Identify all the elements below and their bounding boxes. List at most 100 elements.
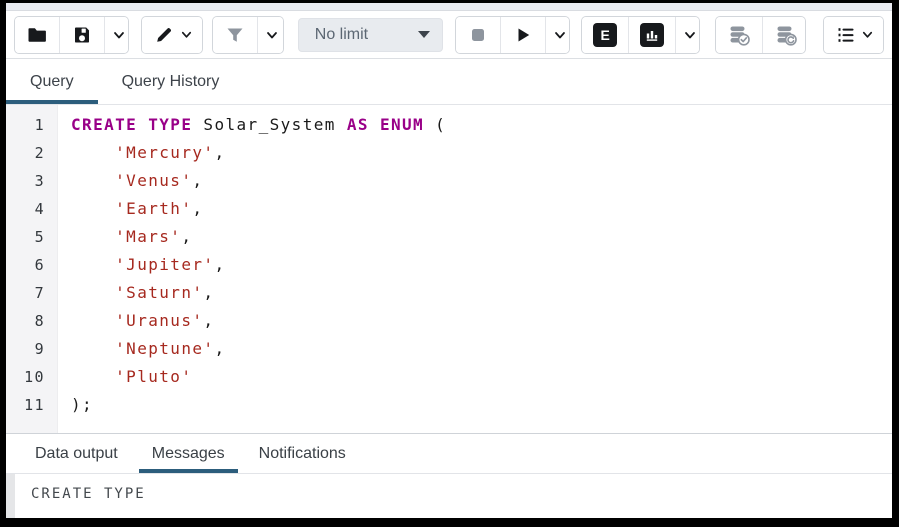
rollback-button[interactable] <box>762 17 806 53</box>
line-number: 4 <box>6 195 58 223</box>
code-segment-plain: Solar_System <box>192 115 346 134</box>
code-text: ); <box>58 391 93 419</box>
explain-analyze-button[interactable] <box>628 17 675 53</box>
tab-notifications[interactable]: Notifications <box>242 434 363 473</box>
tab-query[interactable]: Query <box>6 59 98 104</box>
code-segment-plain: , <box>203 311 214 330</box>
filter-options-button[interactable] <box>257 17 284 53</box>
code-segment-string: 'Venus' <box>115 171 192 190</box>
explain-icon: E <box>593 23 617 47</box>
explain-options-button[interactable] <box>675 17 700 53</box>
rollback-icon <box>774 23 798 47</box>
line-number: 11 <box>6 391 58 419</box>
code-segment-plain <box>71 283 115 302</box>
commit-button[interactable] <box>716 17 762 53</box>
line-number: 1 <box>6 111 58 139</box>
code-segment-plain <box>71 339 115 358</box>
code-line: 11); <box>6 391 892 419</box>
code-segment-string: 'Neptune' <box>115 339 214 358</box>
line-number: 7 <box>6 279 58 307</box>
output-tab-label: Messages <box>152 445 225 463</box>
code-segment-keyword: AS ENUM <box>347 115 424 134</box>
code-segment-plain <box>71 311 115 330</box>
explain-button[interactable]: E <box>582 17 628 53</box>
macros-list-icon <box>835 24 857 46</box>
code-segment-plain <box>71 171 115 190</box>
edit-button[interactable] <box>142 17 203 53</box>
chevron-down-icon <box>180 28 193 41</box>
open-file-button[interactable] <box>15 17 59 53</box>
code-segment-string: 'Earth' <box>115 199 192 218</box>
commit-icon <box>727 23 751 47</box>
code-text: 'Mercury', <box>58 139 225 167</box>
window-top-strip <box>6 3 892 11</box>
code-line: 9 'Neptune', <box>6 335 892 363</box>
code-segment-plain: , <box>203 283 214 302</box>
save-button[interactable] <box>59 17 104 53</box>
code-segment-plain: , <box>214 255 225 274</box>
code-segment-plain: , <box>214 143 225 162</box>
code-text: 'Saturn', <box>58 279 214 307</box>
code-line: 10 'Pluto' <box>6 363 892 391</box>
query-tool-panel: No limit <box>6 3 892 518</box>
save-icon <box>71 24 93 46</box>
tab-query-history-label: Query History <box>122 73 220 91</box>
line-number: 6 <box>6 251 58 279</box>
output-tab-label: Notifications <box>259 445 346 463</box>
file-button-group <box>14 16 129 54</box>
code-segment-plain <box>71 255 115 274</box>
code-segment-plain: , <box>192 199 203 218</box>
code-text: 'Pluto' <box>58 363 192 391</box>
code-segment-plain: , <box>192 171 203 190</box>
line-number: 8 <box>6 307 58 335</box>
code-segment-string: 'Pluto' <box>115 367 192 386</box>
code-text: 'Venus', <box>58 167 203 195</box>
edit-pencil-icon <box>153 24 175 46</box>
query-tool-window: No limit <box>0 0 899 527</box>
code-line: 7 'Saturn', <box>6 279 892 307</box>
macros-button[interactable] <box>824 17 884 53</box>
code-segment-string: 'Jupiter' <box>115 255 214 274</box>
code-line: 8 'Uranus', <box>6 307 892 335</box>
code-segment-string: 'Saturn' <box>115 283 203 302</box>
code-segment-plain <box>71 143 115 162</box>
code-line: 4 'Earth', <box>6 195 892 223</box>
code-text: 'Earth', <box>58 195 203 223</box>
query-tabbar: Query Query History <box>6 59 892 105</box>
code-segment-plain <box>71 199 115 218</box>
filter-icon <box>224 24 246 46</box>
messages-left-gutter <box>6 474 15 518</box>
messages-output: CREATE TYPE <box>15 474 146 518</box>
tab-query-history[interactable]: Query History <box>98 59 244 104</box>
code-line: 6 'Jupiter', <box>6 251 892 279</box>
row-limit-select[interactable]: No limit <box>298 18 443 52</box>
execute-button[interactable] <box>500 17 545 53</box>
line-number: 9 <box>6 335 58 363</box>
chevron-down-icon <box>861 28 874 41</box>
code-segment-plain: , <box>214 339 225 358</box>
code-area: 1CREATE TYPE Solar_System AS ENUM (2 'Me… <box>6 105 892 419</box>
stop-button[interactable] <box>456 17 500 53</box>
tab-messages[interactable]: Messages <box>135 434 242 473</box>
line-number: 10 <box>6 363 58 391</box>
code-line: 3 'Venus', <box>6 167 892 195</box>
save-options-button[interactable] <box>104 17 129 53</box>
code-text: 'Mars', <box>58 223 192 251</box>
play-icon <box>512 24 534 46</box>
code-segment-plain: ( <box>424 115 446 134</box>
code-text: 'Neptune', <box>58 335 225 363</box>
code-segment-plain <box>71 367 115 386</box>
code-segment-string: 'Uranus' <box>115 311 203 330</box>
code-text: CREATE TYPE Solar_System AS ENUM ( <box>58 111 446 139</box>
chevron-down-icon <box>112 28 126 42</box>
code-segment-keyword: CREATE TYPE <box>71 115 192 134</box>
filter-button[interactable] <box>213 17 257 53</box>
execute-options-button[interactable] <box>545 17 570 53</box>
chevron-down-icon <box>683 28 697 42</box>
open-file-icon <box>26 24 48 46</box>
code-line: 1CREATE TYPE Solar_System AS ENUM ( <box>6 111 892 139</box>
sql-editor[interactable]: 1CREATE TYPE Solar_System AS ENUM (2 'Me… <box>6 105 892 433</box>
tab-data-output[interactable]: Data output <box>18 434 135 473</box>
messages-panel: CREATE TYPE <box>6 473 892 518</box>
macros-button-group <box>823 16 884 54</box>
